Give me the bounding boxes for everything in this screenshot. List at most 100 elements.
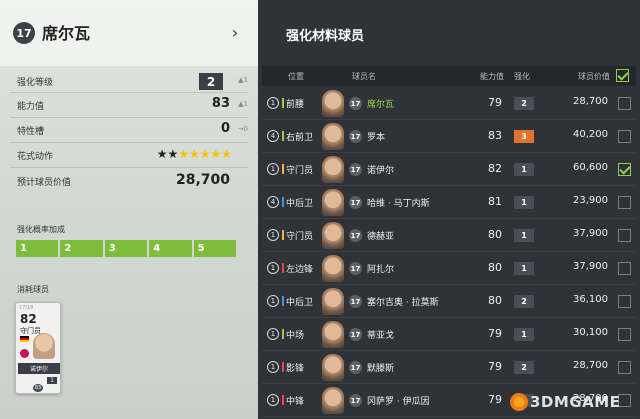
select-checkbox[interactable] — [618, 163, 631, 176]
position-label: 中场 — [286, 331, 305, 341]
position-label: 中后卫 — [286, 298, 314, 308]
player-name: 蒂亚戈 — [367, 331, 395, 341]
consumed-player-card[interactable]: 17/18 82 守门员 诺伊尔 1 83 — [15, 302, 61, 394]
position-color-bar — [282, 131, 284, 141]
boost-segment: 2 — [60, 240, 103, 257]
player-price: 23,900 — [573, 195, 608, 206]
stat-value: 28,700 — [175, 172, 230, 188]
enhance-level-value: 2 — [199, 73, 223, 90]
enhance-level: 1 — [514, 262, 534, 275]
select-all-checkbox[interactable] — [616, 69, 629, 82]
card-season: 17/18 — [19, 305, 34, 311]
table-row[interactable]: 1 前腰 17 席尔瓦 79 2 28,700 — [262, 87, 636, 120]
enhance-level: 2 — [514, 97, 534, 110]
player-name: 冈萨罗 · 伊瓜因 — [367, 397, 430, 407]
table-row[interactable]: 1 影锋 17 默滕斯 79 2 28,700 — [262, 351, 636, 384]
card-ovr: 82 — [20, 312, 37, 326]
player-ovr: 79 — [488, 327, 502, 340]
divider — [10, 92, 248, 93]
player-portrait — [322, 255, 344, 282]
table-row[interactable]: 1 左边锋 17 阿扎尔 80 1 37,900 — [262, 252, 636, 285]
level-badge: 1 — [267, 163, 279, 175]
season-badge: 17 — [349, 97, 362, 110]
ovr-badge: 17 — [13, 22, 35, 44]
watermark: 3DMGAME — [530, 393, 621, 411]
boost-segment: 5 — [193, 240, 237, 257]
player-name: 席尔瓦 — [367, 100, 395, 110]
header-name: 球员名 — [352, 72, 376, 81]
table-header: 位置 球员名 能力值 强化 球员价值 — [262, 66, 636, 86]
select-checkbox[interactable] — [618, 97, 631, 110]
enhance-level: 2 — [514, 361, 534, 374]
select-checkbox[interactable] — [618, 130, 631, 143]
season-badge: 17 — [349, 163, 362, 176]
level-badge: 4 — [267, 196, 279, 208]
player-portrait — [322, 387, 344, 414]
header-price: 球员价值 — [578, 72, 610, 81]
stat-value: 83 — [211, 96, 230, 111]
stat-label: 特性槽 — [17, 127, 45, 137]
boost-segment: 4 — [149, 240, 192, 257]
season-badge: 17 — [349, 262, 362, 275]
select-checkbox[interactable] — [618, 196, 631, 209]
position-label: 左边锋 — [286, 265, 314, 275]
level-badge: 1 — [267, 295, 279, 307]
player-portrait — [322, 90, 344, 117]
player-name: 默滕斯 — [367, 364, 395, 374]
player-ovr: 80 — [488, 294, 502, 307]
star-gold-icon: ★★★★★ — [178, 147, 232, 161]
player-portrait — [322, 321, 344, 348]
chevron-right-icon[interactable]: › — [226, 21, 244, 43]
position-label: 影锋 — [286, 364, 305, 374]
position-color-bar — [282, 230, 284, 240]
player-portrait — [33, 333, 55, 359]
season-badge: 17 — [349, 196, 362, 209]
player-ovr: 81 — [488, 195, 502, 208]
stat-row-value: 预计球员价值 28,700 — [0, 172, 258, 192]
player-portrait — [322, 156, 344, 183]
germany-flag-icon — [20, 336, 29, 342]
level-badge: 1 — [267, 262, 279, 274]
player-portrait — [322, 189, 344, 216]
stat-row-trait-slot: 特性槽 0 →0 — [0, 121, 258, 141]
level-badge: 1 — [267, 97, 279, 109]
header-enhance: 强化 — [514, 72, 530, 81]
panel-title: 强化材料球员 — [286, 29, 365, 44]
club-crest-icon — [20, 349, 29, 358]
player-portrait — [322, 288, 344, 315]
stat-value: 0 — [220, 121, 230, 136]
boost-segment: 3 — [104, 240, 148, 257]
player-ovr: 83 — [488, 129, 502, 142]
enhance-level: 1 — [514, 163, 534, 176]
player-name: 哈维 · 马丁内斯 — [367, 199, 430, 209]
select-checkbox[interactable] — [618, 229, 631, 242]
select-checkbox[interactable] — [618, 295, 631, 308]
select-checkbox[interactable] — [618, 361, 631, 374]
table-row[interactable]: 4 右前卫 17 罗本 83 3 40,200 — [262, 120, 636, 153]
position-label: 中后卫 — [286, 199, 314, 209]
select-checkbox[interactable] — [618, 262, 631, 275]
player-name: 席尔瓦 — [42, 24, 91, 43]
table-row[interactable]: 4 中后卫 17 哈维 · 马丁内斯 81 1 23,900 — [262, 186, 636, 219]
position-label: 右前卫 — [286, 133, 314, 143]
season-badge: 17 — [349, 130, 362, 143]
stat-delta: ▲1 — [238, 100, 248, 108]
table-row[interactable]: 1 中后卫 17 塞尔吉奥 · 拉莫斯 80 2 36,100 — [262, 285, 636, 318]
player-detail-panel: 17 席尔瓦 › 强化等级 ▲1 2 能力值 83 ▲1 特性槽 0 →0 花式… — [0, 0, 258, 419]
season-badge: 17 — [349, 328, 362, 341]
player-price: 28,700 — [573, 96, 608, 107]
player-ovr: 79 — [488, 96, 502, 109]
level-badge: 4 — [267, 130, 279, 142]
level-badge: 1 — [267, 229, 279, 241]
player-ovr: 80 — [488, 261, 502, 274]
table-row[interactable]: 1 中场 17 蒂亚戈 79 1 30,100 — [262, 318, 636, 351]
position-label: 前腰 — [286, 100, 305, 110]
enhance-level: 3 — [514, 130, 534, 143]
table-row[interactable]: 1 守门员 17 诺伊尔 82 1 60,600 — [262, 153, 636, 186]
select-checkbox[interactable] — [618, 328, 631, 341]
consumed-label: 消耗球员 — [17, 285, 49, 294]
table-row[interactable]: 1 守门员 17 德赫亚 80 1 37,900 — [262, 219, 636, 252]
player-portrait — [322, 354, 344, 381]
season-badge: 17 — [349, 229, 362, 242]
position-label: 守门员 — [286, 166, 314, 176]
